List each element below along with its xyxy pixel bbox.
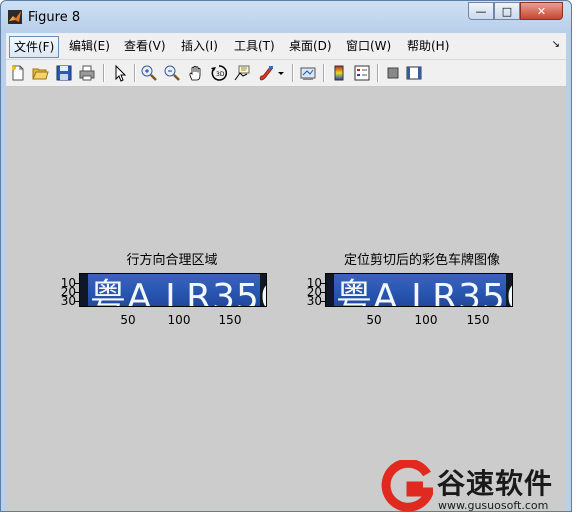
menu-window[interactable]: 窗口(W) bbox=[342, 37, 395, 55]
figure-toolbar: 3D bbox=[6, 60, 566, 87]
menu-help[interactable]: 帮助(H) bbox=[403, 37, 453, 55]
print-icon[interactable] bbox=[78, 64, 96, 82]
menu-file[interactable]: 文件(F) bbox=[9, 36, 60, 58]
figure-window: Figure 8 — □ ✕ 文件(F) 编辑(E) 查看(V) 插入(I) 工… bbox=[0, 0, 572, 512]
axes-2-plate-text: 粤A LR356 bbox=[336, 277, 512, 306]
axes-1-xtick: 150 bbox=[218, 313, 242, 327]
brush-dropdown-icon[interactable] bbox=[276, 64, 286, 82]
axes-1-xtick: 50 bbox=[120, 313, 136, 327]
close-button[interactable]: ✕ bbox=[520, 2, 563, 20]
rotate-3d-icon[interactable]: 3D bbox=[210, 64, 228, 82]
axes-1-plate-image: 粤A LR356 bbox=[80, 274, 266, 306]
axes-2-xtick: 50 bbox=[366, 313, 382, 327]
new-figure-icon[interactable] bbox=[9, 64, 27, 82]
menu-tools[interactable]: 工具(T) bbox=[230, 37, 279, 55]
axes-2-plate-image: 粤A LR356 bbox=[326, 274, 512, 306]
watermark-url: www.gusuosoft.com bbox=[438, 499, 549, 512]
data-cursor-icon[interactable] bbox=[233, 64, 251, 82]
show-plot-tools-icon[interactable] bbox=[405, 64, 423, 82]
axes-2-title: 定位剪切后的彩色车牌图像 bbox=[343, 253, 501, 268]
matlab-logo-icon bbox=[8, 10, 22, 24]
axes-1-title: 行方向合理区域 bbox=[126, 253, 218, 268]
axes-1-plate-text: 粤A LR356 bbox=[90, 277, 266, 306]
brush-icon[interactable] bbox=[257, 64, 275, 82]
title-bar[interactable]: Figure 8 — □ ✕ bbox=[1, 1, 571, 31]
minimize-button[interactable]: — bbox=[468, 2, 494, 20]
pointer-arrow-icon[interactable] bbox=[111, 64, 129, 82]
axes-2-xtick: 150 bbox=[466, 313, 490, 327]
figure-client: 文件(F) 编辑(E) 查看(V) 插入(I) 工具(T) 桌面(D) 窗口(W… bbox=[6, 33, 566, 511]
axes-2-ytick: 30 bbox=[306, 294, 322, 308]
pan-hand-icon[interactable] bbox=[187, 64, 205, 82]
window-title: Figure 8 bbox=[28, 10, 81, 25]
zoom-out-icon[interactable] bbox=[163, 64, 181, 82]
watermark-brand: 谷速软件 bbox=[437, 467, 554, 500]
gusu-logo-icon bbox=[381, 460, 433, 512]
zoom-in-icon[interactable] bbox=[140, 64, 158, 82]
menu-overflow-icon[interactable]: ↘ bbox=[552, 39, 560, 50]
axes-2-plot[interactable]: 粤A LR356 bbox=[325, 273, 513, 307]
save-icon[interactable] bbox=[55, 64, 73, 82]
axes-1-plot[interactable]: 粤A LR356 bbox=[79, 273, 267, 307]
legend-icon[interactable] bbox=[353, 64, 371, 82]
svg-text:3D: 3D bbox=[216, 71, 225, 78]
axes-2-xtick: 100 bbox=[414, 313, 438, 327]
menu-edit[interactable]: 编辑(E) bbox=[65, 37, 114, 55]
menu-view[interactable]: 查看(V) bbox=[120, 37, 170, 55]
link-plot-icon[interactable] bbox=[299, 64, 317, 82]
hide-plot-tools-icon[interactable] bbox=[384, 64, 402, 82]
axes-1-xtick: 100 bbox=[167, 313, 191, 327]
menu-insert[interactable]: 插入(I) bbox=[177, 37, 222, 55]
maximize-button[interactable]: □ bbox=[494, 2, 520, 20]
menu-desktop[interactable]: 桌面(D) bbox=[285, 37, 336, 55]
menu-bar: 文件(F) 编辑(E) 查看(V) 插入(I) 工具(T) 桌面(D) 窗口(W… bbox=[6, 33, 566, 60]
colorbar-icon[interactable] bbox=[330, 64, 348, 82]
open-file-icon[interactable] bbox=[31, 64, 49, 82]
figure-canvas: 行方向合理区域 粤A LR356 10 20 30 50 100 150 定位剪… bbox=[6, 87, 566, 511]
axes-1-ytick: 30 bbox=[60, 294, 76, 308]
